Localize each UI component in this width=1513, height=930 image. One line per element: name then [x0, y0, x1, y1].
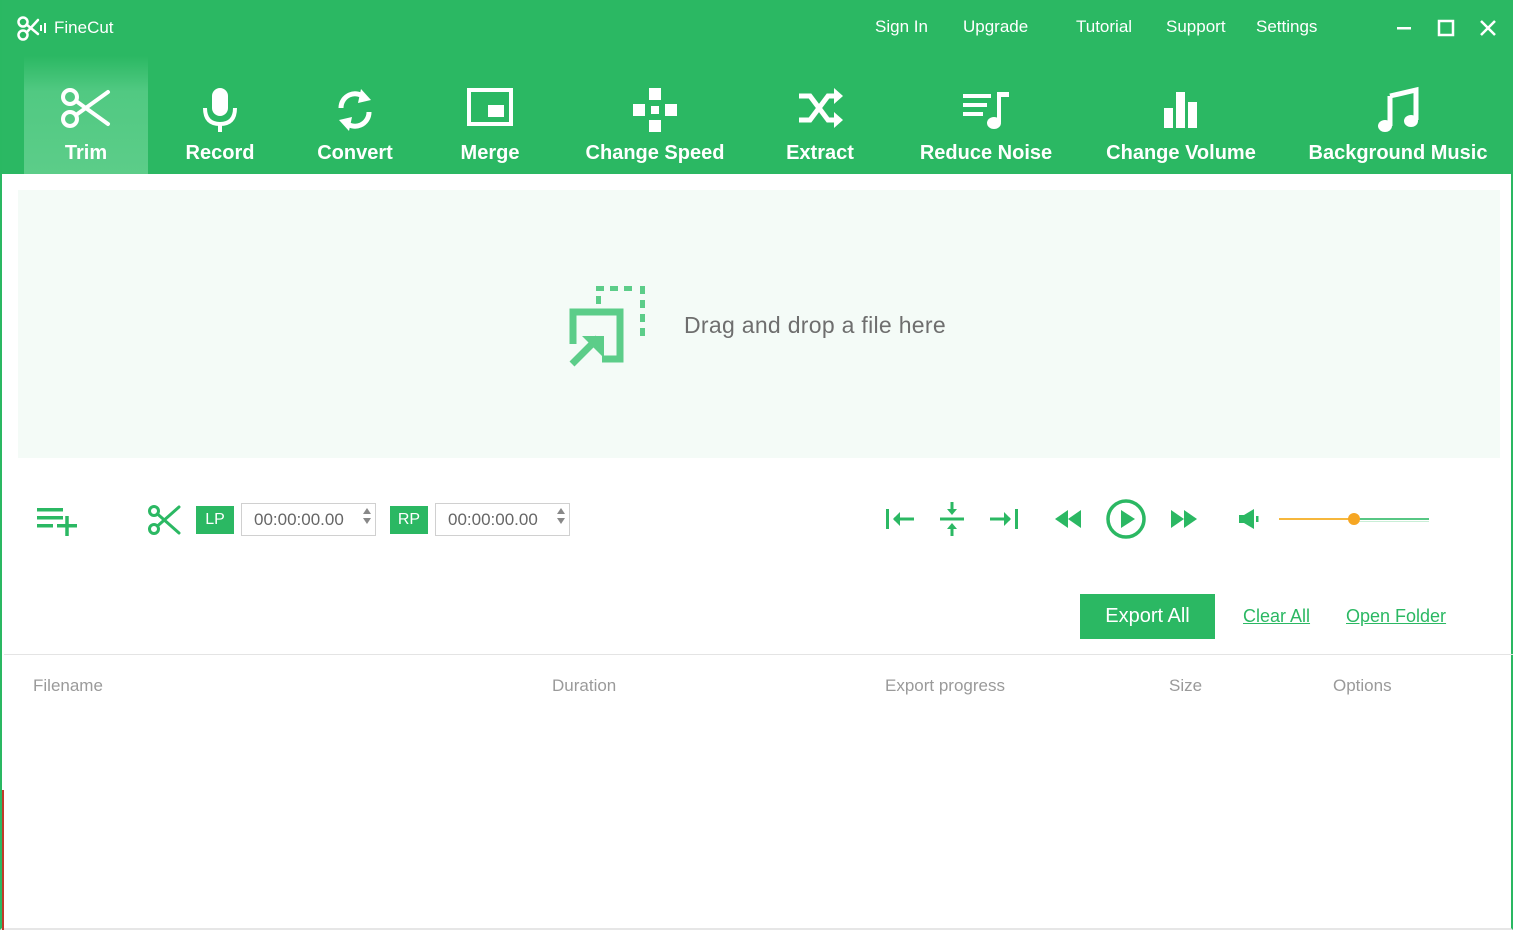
export-all-button[interactable]: Export All	[1080, 594, 1215, 639]
volume-slider[interactable]	[1279, 510, 1429, 528]
fast-forward-icon	[1171, 510, 1197, 528]
settings-link[interactable]: Settings	[1256, 17, 1317, 39]
volume-track-shadow	[1354, 521, 1429, 522]
rewind-button[interactable]	[1052, 505, 1084, 533]
volume-slider-thumb[interactable]	[1348, 513, 1360, 525]
rp-badge: RP	[390, 506, 428, 534]
tab-label: Reduce Noise	[919, 142, 1053, 164]
logo-scissors-icon	[17, 16, 46, 41]
volume-track-filled	[1279, 518, 1354, 520]
fast-forward-button[interactable]	[1168, 505, 1200, 533]
split-icon	[940, 502, 964, 536]
cut-button[interactable]	[146, 502, 182, 538]
tab-extract[interactable]: Extract	[772, 56, 868, 174]
mute-button[interactable]	[1234, 505, 1264, 533]
title-bar: FineCut Sign In Upgrade Tutorial Support…	[2, 0, 1513, 56]
maximize-button[interactable]	[1432, 14, 1460, 42]
tutorial-link[interactable]: Tutorial	[1076, 17, 1132, 39]
column-header-options: Options	[1333, 676, 1392, 695]
column-header-filename: Filename	[33, 676, 103, 695]
tab-label: Convert	[317, 142, 393, 164]
drop-file-icon	[568, 284, 652, 373]
close-icon	[1480, 20, 1496, 36]
tab-merge[interactable]: Merge	[442, 56, 538, 174]
lp-time-input[interactable]: 00:00:00.00	[241, 503, 376, 536]
scissors-icon	[148, 505, 181, 535]
rp-time-input[interactable]: 00:00:00.00	[435, 503, 570, 536]
rp-time-stepper[interactable]	[557, 508, 565, 524]
volume-track-empty	[1354, 518, 1429, 520]
divider	[4, 654, 1513, 655]
lp-time-stepper[interactable]	[363, 508, 371, 524]
drop-instructions: Drag and drop a file here	[684, 312, 946, 338]
lp-time-value: 00:00:00.00	[254, 509, 344, 529]
play-icon	[1106, 499, 1146, 539]
minimize-icon	[1397, 27, 1411, 30]
open-folder-link[interactable]: Open Folder	[1346, 606, 1446, 627]
tab-label: Merge	[460, 142, 520, 164]
sign-in-link[interactable]: Sign In	[875, 17, 928, 39]
column-header-export-progress: Export progress	[885, 676, 1005, 695]
lp-badge: LP	[196, 506, 234, 534]
volume-bars-icon	[1164, 92, 1197, 128]
merge-icon	[467, 88, 513, 126]
app-title: FineCut	[54, 18, 114, 37]
jump-to-end-icon	[990, 509, 1018, 529]
minimize-button[interactable]	[1390, 14, 1418, 42]
close-button[interactable]	[1474, 14, 1502, 42]
speed-icon	[633, 88, 677, 132]
refresh-icon	[338, 89, 372, 131]
file-drop-zone[interactable]: Drag and drop a file here	[18, 190, 1500, 458]
noise-icon	[963, 92, 1009, 129]
playlist-add-icon	[37, 508, 77, 536]
column-header-duration: Duration	[552, 676, 617, 695]
tab-label: Trim	[64, 142, 108, 164]
tab-label: Background Music	[1308, 142, 1488, 164]
column-header-size: Size	[1169, 676, 1203, 695]
tab-label: Extract	[786, 142, 854, 164]
feature-tabs: Trim Record Convert Merge Change Speed E…	[2, 56, 1513, 174]
tab-change-speed[interactable]: Change Speed	[580, 56, 730, 174]
shuffle-icon	[799, 88, 843, 128]
tab-background-music[interactable]: Background Music	[1300, 56, 1496, 174]
clear-all-link[interactable]: Clear All	[1243, 606, 1310, 627]
tab-record[interactable]: Record	[172, 56, 268, 174]
header: FineCut Sign In Upgrade Tutorial Support…	[2, 0, 1513, 174]
tab-convert[interactable]: Convert	[307, 56, 403, 174]
scissors-icon	[61, 88, 110, 128]
rp-time-value: 00:00:00.00	[448, 509, 538, 529]
speaker-icon	[1239, 509, 1259, 529]
split-button[interactable]	[935, 500, 969, 538]
add-to-list-button[interactable]	[34, 502, 82, 538]
set-start-button[interactable]	[883, 503, 917, 535]
microphone-icon	[203, 88, 237, 132]
upgrade-link[interactable]: Upgrade	[963, 17, 1028, 39]
rewind-icon	[1055, 510, 1081, 528]
tab-label: Record	[185, 142, 255, 164]
tab-trim[interactable]: Trim	[24, 56, 148, 174]
jump-to-start-icon	[886, 509, 914, 529]
tab-label: Change Speed	[585, 142, 725, 164]
app-window: FineCut Sign In Upgrade Tutorial Support…	[0, 0, 1513, 930]
tab-change-volume[interactable]: Change Volume	[1098, 56, 1264, 174]
music-note-icon	[1378, 86, 1419, 132]
maximize-icon	[1437, 19, 1455, 37]
tab-reduce-noise[interactable]: Reduce Noise	[914, 56, 1058, 174]
window-edge-marker	[2, 790, 4, 930]
tab-label: Change Volume	[1106, 142, 1256, 164]
app-logo: FineCut	[16, 14, 114, 42]
set-end-button[interactable]	[987, 503, 1021, 535]
support-link[interactable]: Support	[1166, 17, 1226, 39]
play-button[interactable]	[1104, 497, 1148, 541]
